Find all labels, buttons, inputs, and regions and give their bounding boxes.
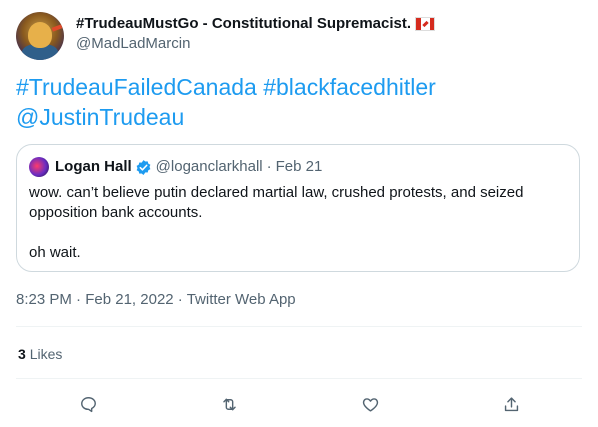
hashtag-link[interactable]: #blackfacedhitler xyxy=(263,74,436,100)
author-block: #TrudeauMustGo - Constitutional Supremac… xyxy=(76,14,436,54)
avatar-face-shape xyxy=(28,22,52,48)
divider xyxy=(16,326,582,327)
quoted-tweet-date[interactable]: Feb 21 xyxy=(276,157,323,177)
quoted-tweet-body: wow. can’t believe putin declared martia… xyxy=(29,183,565,263)
tweet-metadata: 8:23 PM · Feb 21, 2022 · Twitter Web App xyxy=(16,290,296,310)
separator-dot: · xyxy=(76,291,82,308)
tweet-text: #TrudeauFailedCanada #blackfacedhitler @… xyxy=(16,72,576,132)
canada-flag-icon xyxy=(415,17,436,31)
author-handle[interactable]: @MadLadMarcin xyxy=(76,34,435,54)
quoted-tweet-card[interactable]: Logan Hall @loganclarkhall · Feb 21 wow.… xyxy=(16,144,580,272)
avatar-accent-shape xyxy=(51,24,63,32)
tweet-date[interactable]: Feb 21, 2022 xyxy=(85,291,173,308)
likes-label: Likes xyxy=(29,346,63,362)
share-icon xyxy=(504,396,518,411)
mention-link[interactable]: @JustinTrudeau xyxy=(16,104,184,130)
quoted-author-name: Logan Hall xyxy=(55,158,132,175)
retweet-icon xyxy=(222,398,236,410)
like-icon xyxy=(362,397,378,412)
reply-button[interactable] xyxy=(74,390,102,418)
divider xyxy=(16,378,582,379)
quoted-author-avatar xyxy=(29,157,49,177)
share-button[interactable] xyxy=(497,390,525,418)
quoted-author-handle: @loganclarkhall xyxy=(155,158,263,175)
separator-dot: · xyxy=(177,291,183,308)
separator-dot: · xyxy=(266,158,272,175)
reply-icon xyxy=(80,396,96,412)
author-display-name[interactable]: #TrudeauMustGo - Constitutional Supremac… xyxy=(76,14,436,34)
verified-badge-icon xyxy=(136,159,151,175)
quoted-tweet-line: oh wait. xyxy=(29,244,81,261)
like-button[interactable] xyxy=(356,390,384,418)
likes-stat[interactable]: 3 Likes xyxy=(18,344,62,364)
likes-count: 3 xyxy=(18,346,26,362)
author-avatar[interactable] xyxy=(16,12,64,60)
tweet-source[interactable]: Twitter Web App xyxy=(187,291,296,308)
quoted-tweet-header: Logan Hall @loganclarkhall · Feb 21 xyxy=(29,157,322,177)
author-name-text: #TrudeauMustGo - Constitutional Supremac… xyxy=(76,15,412,32)
retweet-button[interactable] xyxy=(215,390,243,418)
tweet-time[interactable]: 8:23 PM xyxy=(16,291,72,308)
hashtag-link[interactable]: #TrudeauFailedCanada xyxy=(16,74,257,100)
quoted-tweet-line: wow. can’t believe putin declared martia… xyxy=(29,184,524,221)
action-bar xyxy=(16,390,582,418)
